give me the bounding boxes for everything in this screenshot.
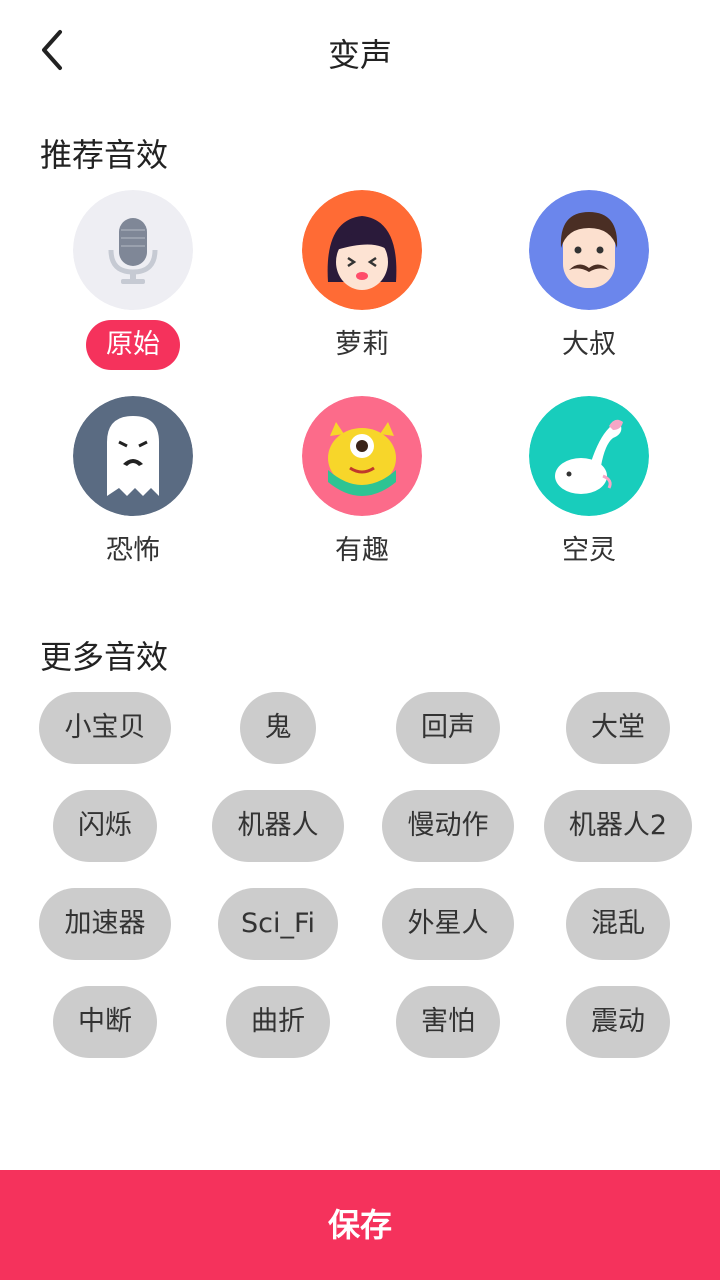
save-button[interactable]: 保存	[0, 1170, 720, 1280]
effect-chip-echo[interactable]: 回声	[396, 692, 500, 764]
recommended-section-title: 推荐音效	[40, 136, 169, 174]
effect-chip-hall[interactable]: 大堂	[566, 692, 670, 764]
monster-icon	[302, 396, 422, 516]
effect-chip-robot[interactable]: 机器人	[212, 790, 344, 862]
effect-chip-sci-fi[interactable]: Sci_Fi	[218, 888, 338, 960]
effect-chip-flicker[interactable]: 闪烁	[53, 790, 157, 862]
preset-ethereal[interactable]: 空灵	[499, 396, 679, 576]
preset-uncle[interactable]: 大叔	[499, 190, 679, 370]
preset-funny[interactable]: 有趣	[272, 396, 452, 576]
uncle-mustache-icon	[529, 190, 649, 310]
effect-chip-robot-2[interactable]: 机器人2	[544, 790, 692, 862]
preset-label-ethereal: 空灵	[562, 535, 616, 566]
microphone-icon	[73, 190, 193, 310]
ghost-icon	[73, 396, 193, 516]
effect-chip-chaos[interactable]: 混乱	[566, 888, 670, 960]
top-bar: 变声	[0, 0, 720, 104]
effect-chip-baby[interactable]: 小宝贝	[39, 692, 171, 764]
effect-chip-accelerator[interactable]: 加速器	[39, 888, 171, 960]
preset-label-funny: 有趣	[335, 535, 389, 566]
page-title: 变声	[327, 36, 392, 74]
effect-chip-twist[interactable]: 曲折	[226, 986, 330, 1058]
preset-horror[interactable]: 恐怖	[43, 396, 223, 576]
girl-face-icon	[302, 190, 422, 310]
preset-label-uncle: 大叔	[562, 329, 616, 360]
preset-label-loli: 萝莉	[335, 329, 389, 360]
preset-loli[interactable]: 萝莉	[272, 190, 452, 370]
more-section-title: 更多音效	[40, 638, 169, 676]
effect-chip-slow-motion[interactable]: 慢动作	[382, 790, 514, 862]
effect-chip-scared[interactable]: 害怕	[396, 986, 500, 1058]
effect-chip-alien[interactable]: 外星人	[382, 888, 514, 960]
preset-label-horror: 恐怖	[106, 535, 160, 566]
effect-chip-ghost[interactable]: 鬼	[240, 692, 316, 764]
effect-chip-vibrate[interactable]: 震动	[566, 986, 670, 1058]
preset-label-original: 原始	[86, 320, 180, 370]
effect-chip-interrupt[interactable]: 中断	[53, 986, 157, 1058]
preset-original[interactable]: 原始	[43, 190, 223, 370]
fish-icon	[529, 396, 649, 516]
